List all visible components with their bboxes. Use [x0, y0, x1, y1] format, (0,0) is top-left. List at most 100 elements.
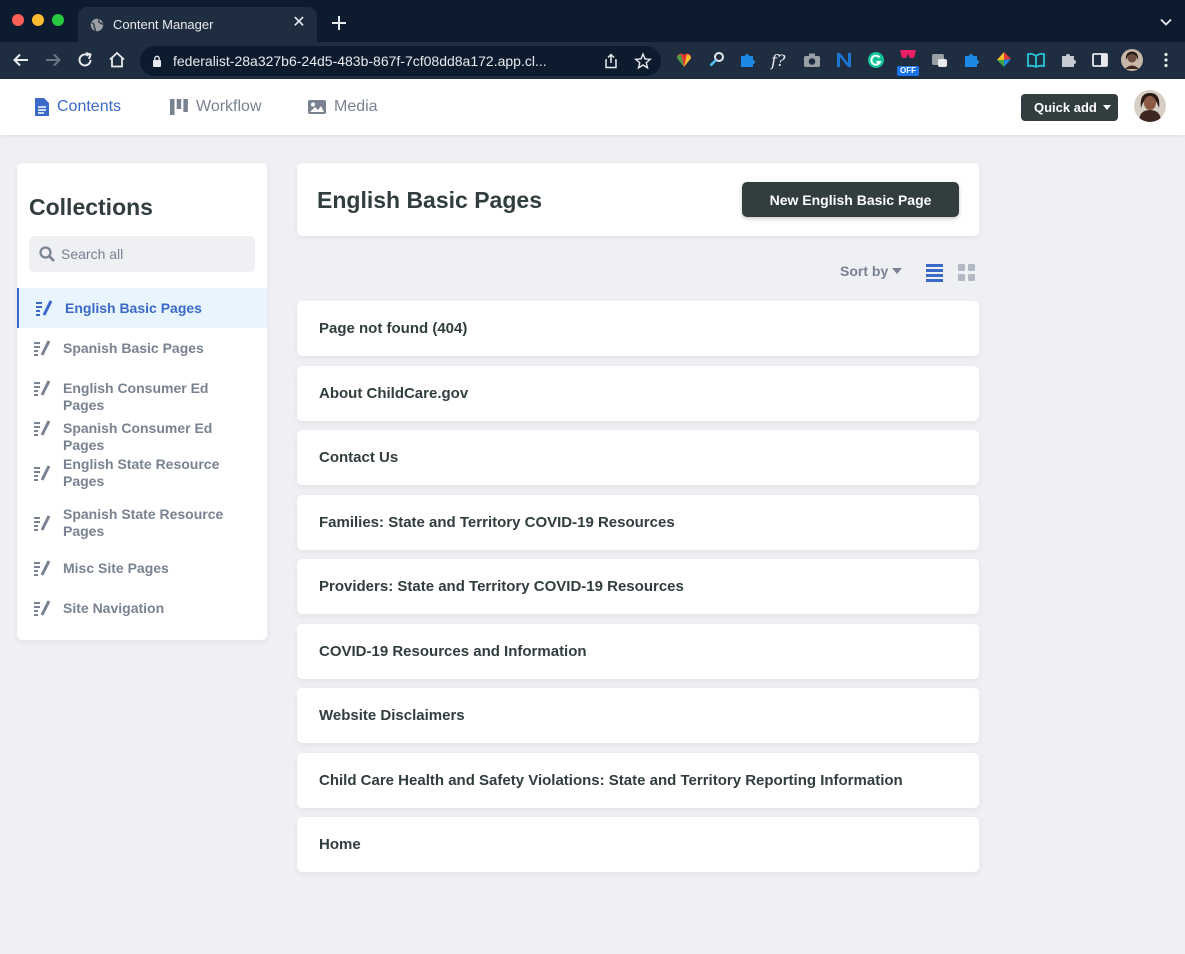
search-key-icon[interactable] — [707, 50, 727, 70]
nav-workflow[interactable]: Workflow — [169, 79, 262, 135]
entry-title: COVID-19 Resources and Information — [319, 643, 587, 660]
edit-list-icon — [34, 340, 51, 356]
avatar[interactable] — [1134, 90, 1166, 122]
sidebar-item-label: Misc Site Pages — [63, 560, 169, 576]
share-icon[interactable] — [603, 53, 619, 69]
grid-view-icon[interactable] — [957, 263, 976, 282]
sidebar-item-spanish-basic-pages[interactable]: Spanish Basic Pages — [17, 328, 267, 368]
nav-media-label: Media — [334, 98, 378, 115]
sidebar-item-label: Spanish State Resource Pages — [63, 506, 224, 539]
nav-workflow-label: Workflow — [196, 98, 262, 115]
forward-arrow-icon[interactable] — [43, 50, 63, 70]
sidebar-item-label: English State Resource Pages — [63, 456, 220, 489]
extensions-icon[interactable] — [1058, 50, 1078, 70]
list-item[interactable]: COVID-19 Resources and Information — [297, 624, 979, 679]
globe-icon — [90, 18, 104, 32]
back-arrow-icon[interactable] — [11, 50, 31, 70]
puzzle-icon[interactable] — [737, 50, 757, 70]
new-entry-button[interactable]: New English Basic Page — [742, 182, 959, 217]
list-item[interactable]: About ChildCare.gov — [297, 366, 979, 421]
maximize-window-button[interactable] — [52, 14, 64, 26]
list-item[interactable]: Page not found (404) — [297, 301, 979, 356]
mask-icon — [900, 50, 916, 58]
quick-add-label: Quick add — [1034, 100, 1097, 115]
sidebar-item-english-consumer-ed-pages[interactable]: English Consumer Ed Pages — [17, 368, 267, 413]
nav-contents[interactable]: Contents — [34, 79, 121, 135]
url-text[interactable]: federalist-28a327b6-24d5-483b-867f-7cf08… — [173, 53, 591, 69]
sidebar-item-english-basic-pages[interactable]: English Basic Pages — [17, 288, 267, 328]
entry-title: Providers: State and Territory COVID-19 … — [319, 578, 684, 595]
reload-icon[interactable] — [75, 50, 95, 70]
search-box[interactable] — [29, 236, 255, 272]
search-input[interactable] — [61, 236, 249, 272]
sidebar-item-label: English Basic Pages — [65, 300, 202, 316]
page-title: English Basic Pages — [317, 187, 542, 213]
sidebar-item-spanish-consumer-ed-pages[interactable]: Spanish Consumer Ed Pages — [17, 408, 267, 453]
entry-title: Home — [319, 836, 361, 853]
list-item[interactable]: Contact Us — [297, 430, 979, 485]
sort-by-dropdown[interactable]: Sort by — [840, 263, 903, 279]
browser-tab-active[interactable]: Content Manager ✕ — [78, 7, 317, 42]
entry-title: Child Care Health and Safety Violations:… — [319, 772, 903, 789]
list-item[interactable]: Providers: State and Territory COVID-19 … — [297, 559, 979, 614]
tab-title: Content Manager — [113, 17, 214, 32]
more-vertical-icon[interactable] — [1156, 50, 1176, 70]
quick-add-button[interactable]: Quick add — [1021, 94, 1118, 121]
profile-avatar[interactable] — [1121, 49, 1143, 71]
sidebar-item-site-navigation[interactable]: Site Navigation — [17, 588, 267, 628]
edit-list-icon — [34, 380, 51, 396]
edit-list-icon — [34, 600, 51, 616]
sidebar-item-label: Site Navigation — [63, 600, 165, 616]
formula-icon[interactable]: f? — [770, 50, 790, 70]
off-extension-icon[interactable]: OFF — [897, 48, 919, 76]
side-panel-icon[interactable] — [1090, 50, 1110, 70]
edit-list-icon — [36, 300, 53, 316]
bookmark-star-icon[interactable] — [634, 52, 652, 70]
edit-list-icon — [34, 515, 51, 531]
new-tab-icon[interactable] — [329, 13, 349, 33]
close-window-button[interactable] — [12, 14, 24, 26]
list-view-icon[interactable] — [925, 263, 944, 282]
grammarly-icon[interactable] — [866, 50, 886, 70]
off-badge: OFF — [897, 66, 919, 76]
nav-media[interactable]: Media — [307, 79, 378, 135]
lock-icon[interactable] — [152, 55, 162, 67]
browser-toolbar: federalist-28a327b6-24d5-483b-867f-7cf08… — [0, 42, 1185, 79]
minimize-window-button[interactable] — [32, 14, 44, 26]
caret-down-icon — [1102, 105, 1111, 110]
entry-title: Contact Us — [319, 449, 399, 466]
document-icon — [35, 98, 49, 116]
browser-tab-bar: Content Manager ✕ — [0, 0, 1185, 42]
list-item[interactable]: Child Care Health and Safety Violations:… — [297, 753, 979, 808]
sidebar-title: Collections — [29, 194, 153, 220]
notion-icon[interactable] — [834, 50, 854, 70]
list-item[interactable]: Website Disclaimers — [297, 688, 979, 743]
sidebar-item-misc-site-pages[interactable]: Misc Site Pages — [17, 548, 267, 588]
svg-text:f?: f? — [770, 51, 786, 70]
puzzle-icon[interactable] — [961, 50, 981, 70]
sidebar-item-spanish-state-resource-pages[interactable]: Spanish State Resource Pages — [17, 498, 267, 548]
entry-title: Page not found (404) — [319, 320, 468, 337]
edit-list-icon — [34, 420, 51, 436]
sort-by-label: Sort by — [840, 263, 889, 279]
palette-icon[interactable] — [994, 50, 1014, 70]
entry-title: Families: State and Territory COVID-19 R… — [319, 514, 675, 531]
home-icon[interactable] — [107, 50, 127, 70]
chevron-down-icon[interactable] — [1159, 15, 1173, 29]
search-icon — [39, 246, 55, 262]
reader-icon[interactable] — [1026, 50, 1046, 70]
list-item[interactable]: Home — [297, 817, 979, 872]
collection-header-card: English Basic Pages New English Basic Pa… — [297, 163, 979, 236]
tab-manager-icon[interactable] — [930, 50, 950, 70]
sidebar-item-english-state-resource-pages[interactable]: English State Resource Pages — [17, 448, 267, 498]
nav-contents-label: Contents — [57, 98, 122, 115]
close-tab-icon[interactable]: ✕ — [289, 13, 309, 33]
entry-title: Website Disclaimers — [319, 707, 465, 724]
address-bar[interactable]: federalist-28a327b6-24d5-483b-867f-7cf08… — [140, 46, 661, 76]
color-picker-icon[interactable] — [674, 50, 694, 70]
workflow-columns-icon — [170, 99, 188, 115]
sidebar-item-label: Spanish Basic Pages — [63, 340, 204, 356]
camera-icon[interactable] — [802, 50, 822, 70]
list-item[interactable]: Families: State and Territory COVID-19 R… — [297, 495, 979, 550]
caret-down-icon — [892, 268, 903, 274]
